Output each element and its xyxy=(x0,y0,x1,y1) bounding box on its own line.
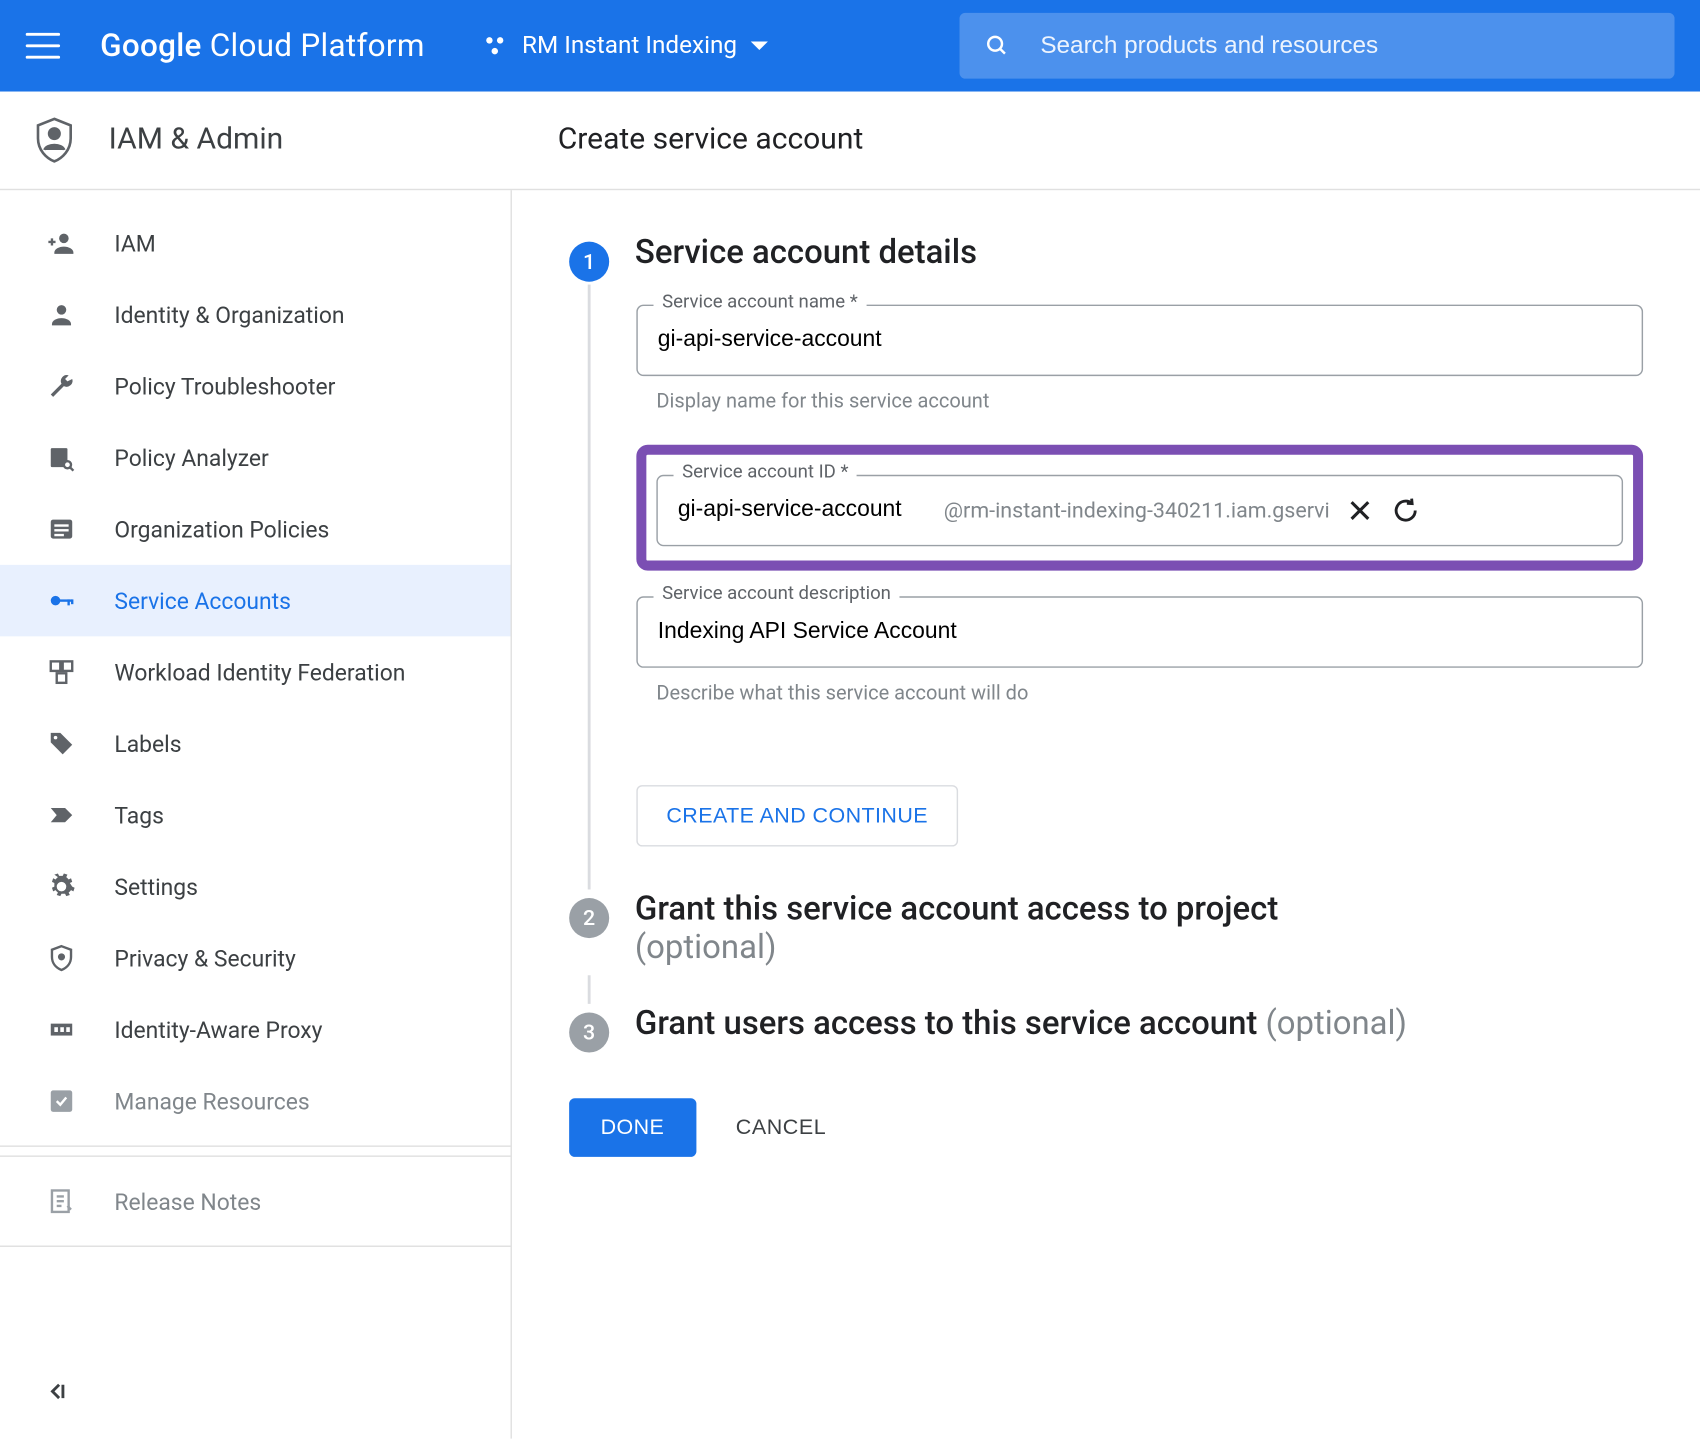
body: IAM Identity & Organization Policy Trouble… xyxy=(0,190,1700,1438)
refresh-icon xyxy=(1391,496,1420,525)
list-icon xyxy=(46,513,77,544)
shield-person-icon xyxy=(34,117,74,163)
collapse-sidebar-button[interactable] xyxy=(46,1380,69,1410)
section-title: IAM & Admin xyxy=(109,123,284,157)
sidebar-item-label: Privacy & Security xyxy=(114,945,295,972)
sidebar-item-label: Workload Identity Federation xyxy=(114,659,405,686)
step1-title: Service account details xyxy=(635,233,977,272)
desc-field-label: Service account description xyxy=(654,583,900,604)
close-icon xyxy=(1346,496,1375,525)
hamburger-menu-button[interactable] xyxy=(26,29,60,63)
service-account-id-highlight: Service account ID * @rm-instant-indexin… xyxy=(636,445,1643,571)
sidebar-item-organization-policies[interactable]: Organization Policies xyxy=(0,493,511,565)
sidebar: IAM Identity & Organization Policy Trouble… xyxy=(0,190,512,1438)
sidebar-item-label: Policy Troubleshooter xyxy=(114,373,335,400)
person-icon xyxy=(46,299,77,330)
subheader: IAM & Admin Create service account xyxy=(0,92,1700,191)
id-field-label: Service account ID * xyxy=(674,462,858,483)
gear-icon xyxy=(46,871,77,902)
service-account-description-input[interactable] xyxy=(658,619,1622,645)
service-account-id-input[interactable] xyxy=(678,498,944,524)
sidebar-item-label: Tags xyxy=(114,802,163,829)
create-and-continue-button[interactable]: CREATE AND CONTINUE xyxy=(636,785,958,846)
name-field-label: Service account name * xyxy=(654,292,867,313)
clear-id-button[interactable] xyxy=(1344,495,1375,526)
id-field-suffix: @rm-instant-indexing-340211.iam.gservi xyxy=(944,498,1330,524)
manage-icon xyxy=(46,1085,77,1116)
project-icon xyxy=(482,33,508,59)
step-badge-2: 2 xyxy=(569,898,609,938)
wrench-icon xyxy=(46,370,77,401)
sidebar-item-tags[interactable]: Tags xyxy=(0,779,511,851)
top-header: Google Cloud Platform RM Instant Indexin… xyxy=(0,0,1700,92)
policy-analyzer-icon xyxy=(46,442,77,473)
sidebar-item-label: Service Accounts xyxy=(114,587,291,614)
page-title: Create service account xyxy=(558,123,864,157)
service-account-name-input[interactable] xyxy=(658,327,1622,353)
project-name: RM Instant Indexing xyxy=(522,31,737,60)
sidebar-item-manage-resources[interactable]: Manage Resources xyxy=(0,1065,511,1137)
search-icon xyxy=(985,33,1009,59)
iap-icon xyxy=(46,1014,77,1045)
step-badge-1: 1 xyxy=(569,242,609,282)
sidebar-item-policy-troubleshooter[interactable]: Policy Troubleshooter xyxy=(0,350,511,422)
sidebar-item-labels[interactable]: Labels xyxy=(0,708,511,780)
project-picker[interactable]: RM Instant Indexing xyxy=(482,31,769,60)
sidebar-item-label: Release Notes xyxy=(114,1188,261,1215)
federation-icon xyxy=(46,656,77,687)
done-button[interactable]: DONE xyxy=(569,1098,696,1157)
sidebar-item-label: Identity & Organization xyxy=(114,301,344,328)
sidebar-item-label: IAM xyxy=(114,230,155,257)
arrow-tag-icon xyxy=(46,799,77,830)
step2-title: Grant this service account access to pro… xyxy=(635,889,1278,966)
sidebar-item-release-notes[interactable]: Release Notes xyxy=(0,1165,511,1237)
sidebar-item-workload-identity-federation[interactable]: Workload Identity Federation xyxy=(0,636,511,708)
sidebar-item-settings[interactable]: Settings xyxy=(0,851,511,923)
sidebar-item-identity-aware-proxy[interactable]: Identity-Aware Proxy xyxy=(0,994,511,1066)
person-add-icon xyxy=(46,227,77,258)
sidebar-item-service-accounts[interactable]: Service Accounts xyxy=(0,565,511,637)
main-content: 1 Service account details Service accoun… xyxy=(512,190,1700,1438)
sidebar-item-privacy-security[interactable]: Privacy & Security xyxy=(0,922,511,994)
sidebar-item-label: Labels xyxy=(114,730,181,757)
sidebar-item-label: Organization Policies xyxy=(114,516,329,543)
sidebar-item-identity-organization[interactable]: Identity & Organization xyxy=(0,279,511,351)
sidebar-item-label: Policy Analyzer xyxy=(114,444,268,471)
step-badge-3: 3 xyxy=(569,1012,609,1052)
caret-down-icon xyxy=(751,41,768,50)
regenerate-id-button[interactable] xyxy=(1390,495,1421,526)
notes-icon xyxy=(46,1185,77,1216)
cancel-button[interactable]: CANCEL xyxy=(736,1115,826,1139)
sidebar-item-label: Manage Resources xyxy=(114,1088,309,1115)
search-input[interactable] xyxy=(1040,31,1648,60)
step3-title: Grant users access to this service accou… xyxy=(635,1004,1407,1043)
sidebar-item-policy-analyzer[interactable]: Policy Analyzer xyxy=(0,422,511,494)
privacy-shield-icon xyxy=(46,942,77,973)
search-box[interactable] xyxy=(960,13,1675,79)
desc-field-help: Describe what this service account will … xyxy=(656,682,1643,705)
key-icon xyxy=(46,585,77,616)
gcp-logo: Google Cloud Platform xyxy=(100,28,425,64)
sidebar-item-iam[interactable]: IAM xyxy=(0,207,511,278)
sidebar-item-label: Settings xyxy=(114,873,198,900)
name-field-help: Display name for this service account xyxy=(656,390,1643,413)
tag-icon xyxy=(46,728,77,759)
sidebar-item-label: Identity-Aware Proxy xyxy=(114,1016,322,1043)
